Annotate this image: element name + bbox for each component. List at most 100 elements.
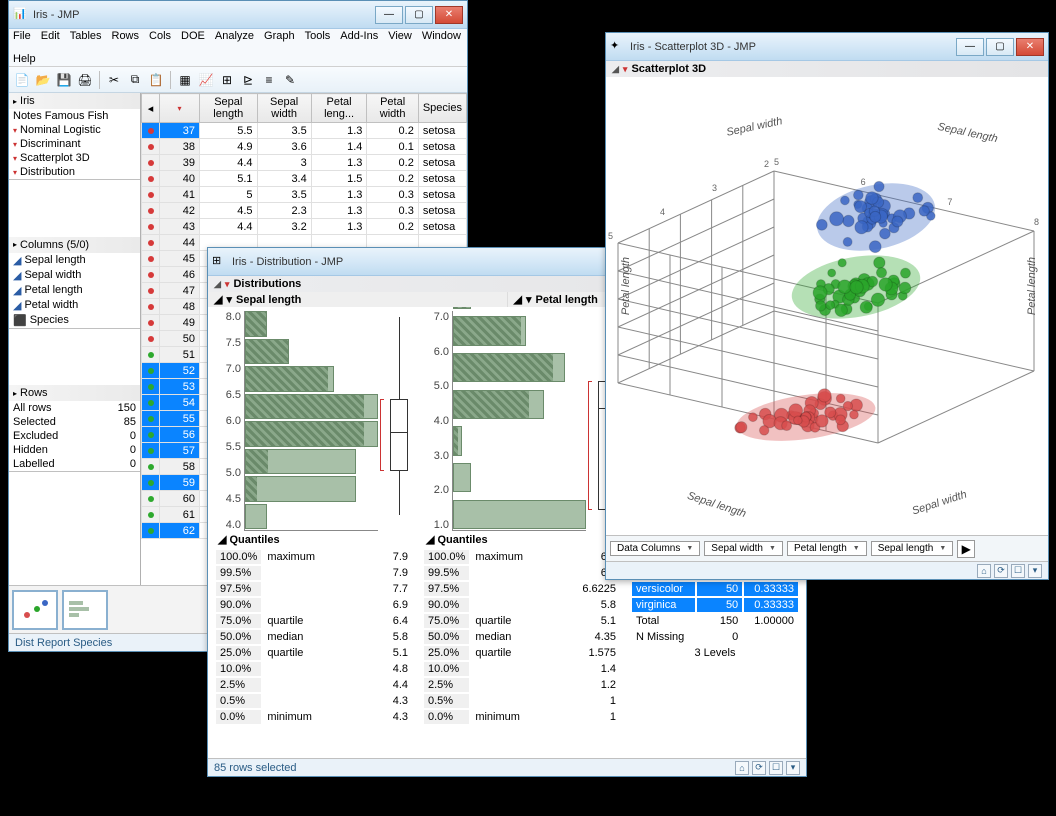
row-marker[interactable] xyxy=(142,203,160,219)
tool-icon[interactable]: ✎ xyxy=(281,71,299,89)
row-marker[interactable] xyxy=(142,235,160,251)
red-triangle-icon[interactable]: ▾ xyxy=(623,64,628,75)
save-icon[interactable]: 💾 xyxy=(55,71,73,89)
rows-header[interactable]: ▸Rows xyxy=(9,385,140,401)
quantiles-header-1[interactable]: ◢Quantiles xyxy=(214,531,414,548)
menu-rows[interactable]: Rows xyxy=(112,30,140,42)
row-number[interactable]: 46 xyxy=(160,267,200,283)
column-header[interactable]: Sepal width xyxy=(257,94,311,123)
home-icon[interactable]: ⌂ xyxy=(735,761,749,775)
row-number[interactable]: 44 xyxy=(160,235,200,251)
corner-header[interactable]: ◂ xyxy=(142,94,160,123)
minimize-button[interactable]: — xyxy=(956,38,984,56)
row-number[interactable]: 61 xyxy=(160,507,200,523)
sidebar-analysis[interactable]: ▾Discriminant xyxy=(9,137,140,151)
row-header[interactable]: ▾ xyxy=(160,94,200,123)
row-marker[interactable] xyxy=(142,251,160,267)
menu-graph[interactable]: Graph xyxy=(264,30,295,42)
histogram-bar[interactable] xyxy=(453,390,544,419)
row-number[interactable]: 60 xyxy=(160,491,200,507)
row-marker[interactable] xyxy=(142,459,160,475)
table-row[interactable]: 424.52.31.30.3setosa xyxy=(142,203,467,219)
cell[interactable]: 1.5 xyxy=(311,171,367,187)
row-number[interactable]: 57 xyxy=(160,443,200,459)
cell[interactable]: 5 xyxy=(200,187,258,203)
sidebar-column[interactable]: ◢Sepal width xyxy=(9,268,140,283)
cell[interactable]: 0.2 xyxy=(367,171,418,187)
histogram-bar[interactable] xyxy=(245,394,378,420)
main-titlebar[interactable]: 📊 Iris - JMP — ▢ ✕ xyxy=(9,1,467,29)
row-number[interactable]: 42 xyxy=(160,203,200,219)
cell[interactable]: 1.3 xyxy=(311,219,367,235)
menu-view[interactable]: View xyxy=(388,30,412,42)
cell[interactable]: 5.5 xyxy=(200,123,258,139)
menu-help[interactable]: Help xyxy=(13,53,36,65)
column-header[interactable]: Petal width xyxy=(367,94,418,123)
quantiles-header-2[interactable]: ◢Quantiles xyxy=(422,531,622,548)
red-triangle-icon[interactable]: ▾ xyxy=(526,293,532,306)
row-number[interactable]: 37 xyxy=(160,123,200,139)
menu-add-ins[interactable]: Add-Ins xyxy=(340,30,378,42)
menu-tables[interactable]: Tables xyxy=(70,30,102,42)
row-marker[interactable] xyxy=(142,299,160,315)
next-axis-button[interactable]: ▶ xyxy=(957,540,975,558)
dist-icon[interactable]: ⊞ xyxy=(218,71,236,89)
row-marker[interactable] xyxy=(142,523,160,539)
menu-window[interactable]: Window xyxy=(422,30,461,42)
cell[interactable]: 0.1 xyxy=(367,139,418,155)
graph-icon[interactable]: ≡ xyxy=(260,71,278,89)
cell[interactable]: 5.1 xyxy=(200,171,258,187)
row-marker[interactable] xyxy=(142,155,160,171)
freq-row[interactable]: versicolor500.33333 xyxy=(632,582,798,596)
row-number[interactable]: 39 xyxy=(160,155,200,171)
table-row[interactable]: 384.93.61.40.1setosa xyxy=(142,139,467,155)
table-row[interactable]: 405.13.41.50.2setosa xyxy=(142,171,467,187)
scatterplot-3d-canvas[interactable]: 56782345 Sepal width Sepal length Petal … xyxy=(606,77,1048,535)
cell[interactable]: setosa xyxy=(418,171,466,187)
column-header[interactable]: Species xyxy=(418,94,466,123)
red-triangle-icon[interactable]: ▾ xyxy=(225,279,230,290)
cell[interactable]: 3.5 xyxy=(257,187,311,203)
table-row[interactable]: 434.43.21.30.2setosa xyxy=(142,219,467,235)
row-number[interactable]: 51 xyxy=(160,347,200,363)
row-marker[interactable] xyxy=(142,427,160,443)
cell[interactable]: 3.2 xyxy=(257,219,311,235)
cell[interactable]: 0.3 xyxy=(367,203,418,219)
cell[interactable]: 3.5 xyxy=(257,123,311,139)
sidebar-row-stat[interactable]: All rows150 xyxy=(9,401,140,415)
open-file-icon[interactable]: 📂 xyxy=(34,71,52,89)
cell[interactable]: 4.4 xyxy=(200,155,258,171)
cell[interactable]: 1.3 xyxy=(311,123,367,139)
sidebar-column[interactable]: ◢Petal width xyxy=(9,298,140,313)
menu-file[interactable]: File xyxy=(13,30,31,42)
dropdown-icon[interactable]: ▾ xyxy=(1028,564,1042,578)
row-number[interactable]: 59 xyxy=(160,475,200,491)
cell[interactable]: setosa xyxy=(418,219,466,235)
sidebar-column[interactable]: ⬛Species xyxy=(9,313,140,328)
chart-icon[interactable]: 📈 xyxy=(197,71,215,89)
menu-tools[interactable]: Tools xyxy=(305,30,331,42)
histogram-bar[interactable] xyxy=(245,476,356,502)
row-marker[interactable] xyxy=(142,347,160,363)
red-triangle-icon[interactable]: ▾ xyxy=(226,293,232,306)
row-number[interactable]: 48 xyxy=(160,299,200,315)
row-number[interactable]: 41 xyxy=(160,187,200,203)
sidebar-row-stat[interactable]: Labelled0 xyxy=(9,457,140,471)
histogram-bar[interactable] xyxy=(453,426,462,455)
cell[interactable]: setosa xyxy=(418,139,466,155)
row-marker[interactable] xyxy=(142,395,160,411)
cell[interactable]: 1.3 xyxy=(311,187,367,203)
row-number[interactable]: 58 xyxy=(160,459,200,475)
grid-icon[interactable]: ▦ xyxy=(176,71,194,89)
axis1-combo[interactable]: Sepal width xyxy=(704,541,783,556)
row-number[interactable]: 43 xyxy=(160,219,200,235)
histogram-bar[interactable] xyxy=(453,316,526,345)
sidebar-row-stat[interactable]: Excluded0 xyxy=(9,429,140,443)
row-marker[interactable] xyxy=(142,171,160,187)
grid-small-icon[interactable]: ☐ xyxy=(1011,564,1025,578)
redo-icon[interactable]: ⟳ xyxy=(752,761,766,775)
row-number[interactable]: 50 xyxy=(160,331,200,347)
menu-cols[interactable]: Cols xyxy=(149,30,171,42)
column-header[interactable]: Sepal length xyxy=(200,94,258,123)
close-button[interactable]: ✕ xyxy=(435,6,463,24)
